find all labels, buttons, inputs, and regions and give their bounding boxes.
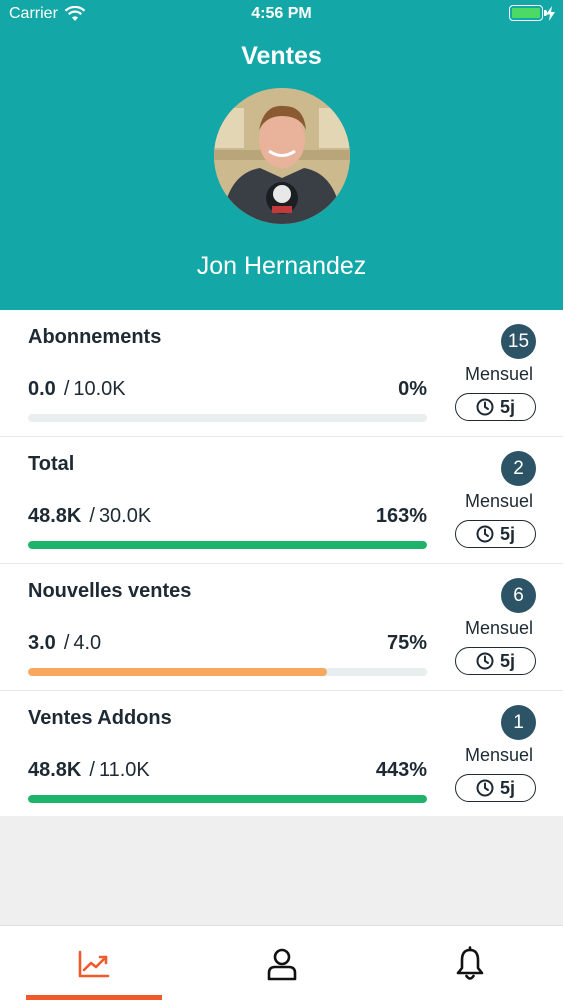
period-label: Mensuel xyxy=(464,364,534,384)
card-values: 48.8K /30.0K xyxy=(28,505,151,528)
card-values: 3.0 /4.0 xyxy=(28,632,101,655)
value-separator: / xyxy=(63,632,70,654)
progress-bar xyxy=(28,668,427,676)
days-remaining-button[interactable]: 5j xyxy=(455,647,536,675)
days-remaining-button[interactable]: 5j xyxy=(455,520,536,548)
target-value: 10.0K xyxy=(73,378,126,400)
header: Carrier 4:56 PM Ventes Jon Hernandez xyxy=(0,0,563,310)
target-value: 11.0K xyxy=(98,759,150,781)
days-remaining-button[interactable]: 5j xyxy=(455,774,536,802)
clock-icon xyxy=(476,398,494,416)
user-icon xyxy=(267,948,296,980)
count-badge: 6 xyxy=(501,578,536,613)
percent-value: 163% xyxy=(375,505,427,527)
tab-bar xyxy=(0,925,563,1000)
charging-bolt-icon xyxy=(546,5,555,21)
value-separator: / xyxy=(89,505,95,527)
period-label: Mensuel xyxy=(464,491,534,511)
sales-card[interactable]: Ventes Addons 48.8K /11.0K 443% 1 Mensuel… xyxy=(0,691,563,816)
card-title: Ventes Addons xyxy=(28,707,172,729)
clock-icon xyxy=(476,652,494,670)
active-tab-indicator xyxy=(26,995,162,1000)
tab-notifications[interactable] xyxy=(376,926,563,1000)
count-badge: 15 xyxy=(501,324,536,359)
current-value: 0.0 xyxy=(28,378,56,400)
current-value: 3.0 xyxy=(28,632,56,654)
card-title: Abonnements xyxy=(28,326,162,348)
target-value: 30.0K xyxy=(98,505,152,527)
battery-icon xyxy=(509,5,547,21)
card-values: 0.0 /10.0K xyxy=(28,378,126,401)
status-bar: Carrier 4:56 PM xyxy=(0,0,563,30)
status-time: 4:56 PM xyxy=(251,5,312,22)
period-label: Mensuel xyxy=(464,745,534,765)
avatar[interactable] xyxy=(214,88,350,224)
days-label: 5j xyxy=(499,650,515,671)
target-value: 4.0 xyxy=(73,632,102,654)
value-separator: / xyxy=(63,378,70,400)
progress-bar xyxy=(28,414,427,422)
user-name: Jon Hernandez xyxy=(196,252,367,280)
clock-icon xyxy=(476,779,494,797)
page-title: Ventes xyxy=(241,42,322,70)
percent-value: 75% xyxy=(386,632,427,654)
percent-value: 0% xyxy=(398,378,427,400)
avatar-photo xyxy=(214,88,350,224)
period-label: Mensuel xyxy=(464,618,534,638)
current-value: 48.8K xyxy=(28,505,82,527)
bell-icon xyxy=(456,945,483,980)
trend-chart-icon xyxy=(78,950,109,977)
card-values: 48.8K /11.0K xyxy=(28,759,150,782)
days-label: 5j xyxy=(499,396,515,417)
sales-card[interactable]: Total 48.8K /30.0K 163% 2 Mensuel 5j xyxy=(0,437,563,564)
card-title: Total xyxy=(28,453,75,475)
progress-bar xyxy=(28,541,427,549)
days-label: 5j xyxy=(499,523,515,544)
progress-fill xyxy=(28,668,328,676)
count-badge: 1 xyxy=(501,705,536,740)
days-label: 5j xyxy=(499,777,515,798)
percent-value: 443% xyxy=(375,759,427,781)
card-title: Nouvelles ventes xyxy=(28,580,192,602)
current-value: 48.8K xyxy=(28,759,82,781)
sales-list: Abonnements 0.0/10.0K 0% 15 Mensuel 5j T… xyxy=(0,310,563,816)
tab-profile[interactable] xyxy=(188,926,375,1000)
days-remaining-button[interactable]: 5j xyxy=(455,393,536,421)
value-separator: / xyxy=(89,759,95,781)
sales-card[interactable]: Abonnements 0.0 /10.0K 0% 15 Mensuel 5j xyxy=(0,310,563,437)
progress-fill xyxy=(28,541,427,549)
progress-fill xyxy=(28,795,427,803)
progress-bar xyxy=(28,795,427,803)
battery-group xyxy=(509,5,555,21)
tab-sales[interactable] xyxy=(0,926,187,1000)
clock-icon xyxy=(476,525,494,543)
count-badge: 2 xyxy=(501,451,536,486)
sales-card[interactable]: Nouvelles ventes 3.0 /4.0 75% 6 Mensuel 5… xyxy=(0,564,563,691)
